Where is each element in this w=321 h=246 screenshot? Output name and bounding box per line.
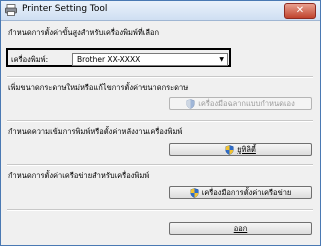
shield-icon	[186, 98, 195, 109]
utility-button-label: ยูทิลิตี้	[237, 144, 256, 154]
dialog-content: กำหนดการตั้งค่าขั้นสูงสำหรับเครื่องพิมพ์…	[1, 21, 320, 245]
exit-button[interactable]: ออก	[169, 222, 312, 235]
exit-button-label: ออก	[233, 223, 248, 233]
close-button[interactable]: ✕	[284, 3, 316, 19]
printer-section-heading: กำหนดการตั้งค่าขั้นสูงสำหรับเครื่องพิมพ์…	[8, 28, 160, 37]
printer-setting-tool-window: Printer Setting Tool ✕ กำหนดการตั้งค่าขั…	[0, 0, 321, 246]
printer-selector-group: เครื่องพิมพ์: Brother XX-XXXX ▼	[6, 48, 231, 67]
shield-icon	[190, 187, 199, 198]
printer-select[interactable]: Brother XX-XXXX ▼	[72, 53, 228, 66]
network-setting-tool-button[interactable]: เครื่องมือการตั้งค่าเครือข่าย	[169, 186, 312, 199]
custom-label-tool-label: เครื่องมือฉลากแบบกำหนดเอง	[198, 98, 295, 108]
chevron-down-icon: ▼	[219, 56, 224, 63]
separator	[7, 76, 313, 78]
custom-label-tool-button[interactable]: เครื่องมือฉลากแบบกำหนดเอง	[169, 97, 312, 110]
utility-section-description: กำหนดความเข้มการพิมพ์หรือตั้งค่าหลังงานเ…	[8, 127, 183, 136]
utility-button[interactable]: ยูทิลิตี้	[169, 143, 312, 156]
separator	[7, 120, 313, 122]
title-bar: Printer Setting Tool ✕	[1, 1, 320, 21]
printer-label: เครื่องพิมพ์:	[11, 55, 49, 64]
printer-app-icon	[5, 4, 17, 16]
separator	[7, 164, 313, 166]
window-title: Printer Setting Tool	[22, 4, 108, 14]
printer-select-value: Brother XX-XXXX	[77, 55, 141, 64]
paper-section-description: เพิ่มขนาดกระดาษใหม่หรือแก้ไขการตั้งค่าขน…	[8, 83, 189, 92]
separator	[7, 209, 313, 211]
shield-icon	[225, 144, 234, 155]
network-setting-tool-label: เครื่องมือการตั้งค่าเครือข่าย	[201, 187, 292, 197]
network-section-description: กำหนดการตั้งค่าเครือข่ายสำหรับเครื่องพิม…	[8, 171, 150, 180]
